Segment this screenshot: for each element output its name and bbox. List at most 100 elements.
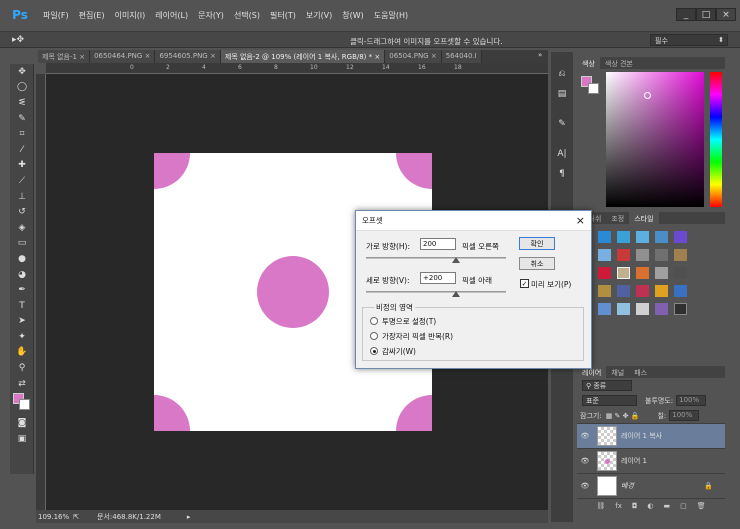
horizontal-slider-track[interactable] [366,257,506,259]
menu-file[interactable]: 파일(F) [38,10,74,21]
properties-panel-icon[interactable]: ▤ [551,84,573,104]
style-swatch[interactable] [636,303,649,315]
dodge-tool-icon[interactable]: ◕ [10,267,34,283]
style-swatch[interactable] [655,303,668,315]
style-swatch[interactable] [617,231,630,243]
style-swatch[interactable] [598,231,611,243]
style-swatch[interactable] [674,231,687,243]
style-swatch[interactable] [636,231,649,243]
vertical-slider-track[interactable] [366,291,506,293]
tab-doc-1[interactable]: 제목 없음-1 × [38,50,91,63]
style-swatch[interactable] [617,285,630,297]
path-select-tool-icon[interactable]: ➤ [10,314,34,330]
wrap-around-radio[interactable] [370,347,378,355]
history-panel-icon[interactable]: ⎌ [551,64,573,84]
marquee-tool-icon[interactable]: ◯ [10,80,34,96]
style-swatch[interactable] [636,249,649,261]
style-swatch[interactable] [636,285,649,297]
menu-view[interactable]: 보기(V) [301,10,337,21]
preview-checkbox[interactable]: ✓ [520,279,529,288]
minimize-button[interactable]: _ [676,8,696,21]
healing-brush-tool-icon[interactable]: ✚ [10,158,34,174]
vertical-slider-thumb[interactable] [452,291,460,297]
style-swatch[interactable] [655,285,668,297]
menu-select[interactable]: 선택(S) [229,10,265,21]
quick-select-tool-icon[interactable]: ✎ [10,111,34,127]
layer-row[interactable]: 👁 레이어 1 복사 [577,424,725,449]
menu-layer[interactable]: 레이어(L) [150,10,193,21]
style-swatch[interactable] [598,249,611,261]
tab-doc-5[interactable]: 06504.PNG × [385,50,442,63]
brush-tool-icon[interactable]: ⟋ [10,173,34,189]
maximize-button[interactable]: □ [696,8,716,21]
paragraph-panel-icon[interactable]: ¶ [551,164,573,184]
tab-color[interactable]: 색상 [577,57,600,69]
history-brush-tool-icon[interactable]: ↺ [10,204,34,220]
color-swatches[interactable] [10,391,34,415]
eye-icon[interactable]: 👁 [577,482,593,490]
lock-icons[interactable]: ▦ ✎ ✥ 🔒 [606,412,640,420]
color-picker-cursor[interactable] [644,92,651,99]
menu-window[interactable]: 창(W) [337,10,369,21]
eraser-tool-icon[interactable]: ◈ [10,220,34,236]
gradient-tool-icon[interactable]: ▭ [10,236,34,252]
fx-icon[interactable]: fx [615,502,622,510]
link-icon[interactable]: ⛓ [596,502,605,510]
tab-paths[interactable]: 패스 [629,366,652,378]
crop-tool-icon[interactable]: ⌗ [10,126,34,142]
style-swatch[interactable] [598,267,611,279]
mask-icon[interactable]: ◘ [632,502,638,510]
panel-background-swatch[interactable] [588,83,599,94]
stamp-tool-icon[interactable]: ⊥ [10,189,34,205]
horizontal-input[interactable] [420,238,456,250]
status-menu-arrow-icon[interactable]: ▸ [187,513,191,521]
menu-help[interactable]: 도움말(H) [369,10,413,21]
new-layer-icon[interactable]: ▢ [680,502,687,510]
tab-swatches[interactable]: 색상 견본 [600,57,638,69]
horizontal-slider-thumb[interactable] [452,257,460,263]
blend-mode-select[interactable]: 표준 [582,395,637,406]
brush-preset-icon[interactable]: ✎ [551,114,573,134]
menu-type[interactable]: 문자(Y) [193,10,229,21]
style-swatch[interactable] [674,303,687,315]
adjustment-icon[interactable]: ◐ [647,502,653,510]
opacity-input[interactable]: 100% [676,395,707,406]
move-tool-icon[interactable]: ▸✥ [12,35,24,45]
swap-colors-icon[interactable]: ⇄ [10,376,34,392]
screen-mode-icon[interactable]: ▣ [10,431,34,447]
layer-row[interactable]: 👁 배경 🔒 [577,474,725,499]
eye-icon[interactable]: 👁 [577,432,593,440]
quick-mask-icon[interactable]: ◙ [10,415,34,431]
trash-icon[interactable]: 🗑 [697,502,706,510]
style-swatch[interactable] [674,285,687,297]
eye-icon[interactable]: 👁 [577,457,593,465]
shape-tool-icon[interactable]: ✦ [10,329,34,345]
style-swatch[interactable] [617,249,630,261]
style-swatch[interactable] [655,231,668,243]
pen-tool-icon[interactable]: ✒ [10,282,34,298]
vertical-input[interactable] [420,272,456,284]
menu-filter[interactable]: 필터(T) [265,10,301,21]
color-spectrum[interactable] [606,72,704,207]
export-icon[interactable]: ⇱ [73,513,79,521]
repeat-edge-radio[interactable] [370,332,378,340]
close-button[interactable]: × [716,8,736,21]
ok-button[interactable]: 확인 [519,237,555,250]
background-color-swatch[interactable] [19,399,30,411]
style-swatch[interactable] [674,249,687,261]
transparent-radio[interactable] [370,317,378,325]
menu-image[interactable]: 이미지(I) [110,10,151,21]
tab-doc-active[interactable]: 제목 없음-2 @ 109% (레이어 1 복사, RGB/8) * × [220,50,386,63]
hue-slider[interactable] [710,72,722,207]
style-swatch[interactable] [617,303,630,315]
style-swatch[interactable] [655,267,668,279]
move-tool-icon[interactable]: ✥ [10,64,34,80]
tab-doc-3[interactable]: 6954605.PNG × [155,50,221,63]
tab-adjustments[interactable]: 조정 [606,212,629,224]
zoom-level[interactable]: 109.16% [38,513,69,521]
blur-tool-icon[interactable]: ● [10,251,34,267]
style-swatch[interactable] [598,285,611,297]
tab-channels[interactable]: 채널 [606,366,629,378]
tab-styles[interactable]: 스타일 [629,212,659,224]
type-tool-icon[interactable]: T [10,298,34,314]
